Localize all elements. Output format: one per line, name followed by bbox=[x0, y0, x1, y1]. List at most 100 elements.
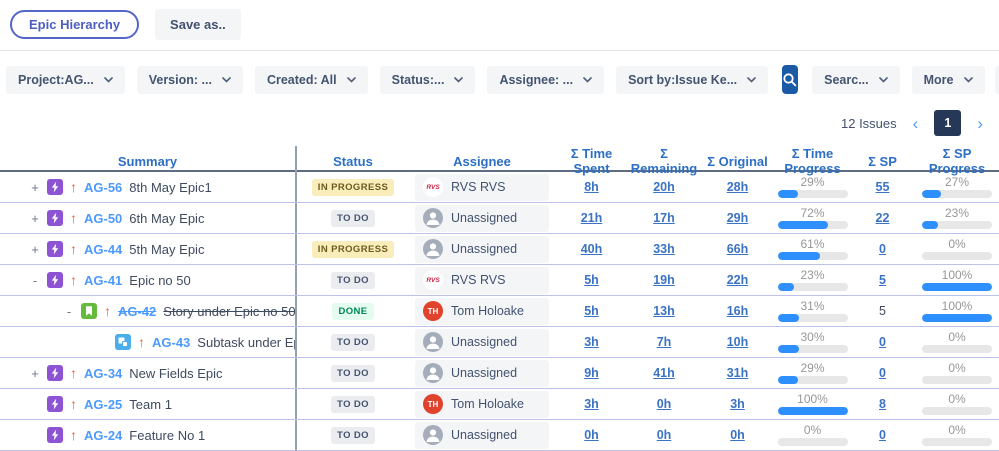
story-points-link[interactable]: 0 bbox=[879, 428, 886, 442]
original-link[interactable]: 16h bbox=[727, 304, 749, 318]
time-progress-percent: 30% bbox=[800, 331, 824, 343]
filter-chip-search-saved[interactable]: Searc... bbox=[812, 66, 899, 94]
remaining-link[interactable]: 0h bbox=[657, 428, 672, 442]
current-page-button[interactable]: 1 bbox=[934, 110, 961, 136]
story-points-value: 5 bbox=[879, 304, 886, 318]
assignee-picker[interactable]: RVSRVS RVS bbox=[415, 267, 549, 294]
issue-key-link[interactable]: AG-34 bbox=[84, 366, 122, 381]
time-spent-link[interactable]: 5h bbox=[584, 304, 599, 318]
epic-icon bbox=[47, 396, 63, 412]
remaining-cell: 0h bbox=[628, 420, 700, 450]
avatar-rvs-logo: RVS bbox=[423, 177, 443, 197]
time-spent-link[interactable]: 21h bbox=[581, 211, 603, 225]
filter-chip[interactable]: Project:AG... bbox=[6, 66, 125, 94]
time-progress-percent: 29% bbox=[800, 176, 824, 188]
assignee-picker[interactable]: Unassigned bbox=[415, 329, 549, 356]
priority-high-icon: ↑ bbox=[70, 180, 77, 194]
issue-key-link[interactable]: AG-41 bbox=[84, 273, 122, 288]
sp-cell: 55 bbox=[850, 172, 915, 202]
remaining-link[interactable]: 41h bbox=[653, 366, 675, 380]
story-points-link[interactable]: 8 bbox=[879, 397, 886, 411]
assignee-picker[interactable]: Unassigned bbox=[415, 422, 549, 449]
sp-progress-percent: 100% bbox=[942, 300, 973, 312]
search-button[interactable] bbox=[782, 65, 798, 94]
issue-key-link[interactable]: AG-44 bbox=[84, 242, 122, 257]
issue-key-link[interactable]: AG-25 bbox=[84, 397, 122, 412]
remaining-link[interactable]: 13h bbox=[653, 304, 675, 318]
row-expander[interactable]: + bbox=[30, 180, 40, 195]
filter-chip[interactable]: Assignee: ... bbox=[487, 66, 604, 94]
assignee-picker[interactable]: Unassigned bbox=[415, 205, 549, 232]
time-spent-link[interactable]: 3h bbox=[584, 335, 599, 349]
remaining-link[interactable]: 33h bbox=[653, 242, 675, 256]
priority-high-icon: ↑ bbox=[104, 304, 111, 318]
remaining-link[interactable]: 19h bbox=[653, 273, 675, 287]
assignee-picker[interactable]: Unassigned bbox=[415, 360, 549, 387]
save-as-button[interactable]: Save as.. bbox=[155, 9, 241, 40]
column-header-original[interactable]: Σ Original bbox=[700, 154, 775, 169]
assignee-cell: Unassigned bbox=[409, 420, 555, 450]
assignee-picker[interactable]: RVSRVS RVS bbox=[415, 174, 549, 201]
next-page-icon[interactable]: › bbox=[975, 115, 985, 132]
row-expander[interactable]: - bbox=[30, 273, 40, 288]
time-spent-link[interactable]: 40h bbox=[581, 242, 603, 256]
original-link[interactable]: 0h bbox=[730, 428, 745, 442]
time-spent-link[interactable]: 5h bbox=[584, 273, 599, 287]
sp-progress-cell: 100% bbox=[915, 265, 999, 295]
time-spent-link[interactable]: 0h bbox=[584, 428, 599, 442]
time-spent-cell: 21h bbox=[555, 203, 628, 233]
row-expander[interactable]: - bbox=[64, 304, 74, 319]
original-link[interactable]: 22h bbox=[727, 273, 749, 287]
assignee-picker[interactable]: Unassigned bbox=[415, 236, 549, 263]
time-spent-link[interactable]: 3h bbox=[584, 397, 599, 411]
row-expander[interactable]: + bbox=[30, 242, 40, 257]
sp-progress-bar bbox=[922, 314, 992, 322]
original-link[interactable]: 66h bbox=[727, 242, 749, 256]
time-spent-link[interactable]: 9h bbox=[584, 366, 599, 380]
filter-chip[interactable]: Version: ... bbox=[137, 66, 243, 94]
story-points-link[interactable]: 5 bbox=[879, 273, 886, 287]
story-points-link[interactable]: 0 bbox=[879, 366, 886, 380]
column-header-sp[interactable]: Σ SP bbox=[850, 154, 915, 169]
assignee-picker[interactable]: THTom Holoake bbox=[415, 391, 549, 418]
priority-high-icon: ↑ bbox=[70, 273, 77, 287]
original-link[interactable]: 10h bbox=[727, 335, 749, 349]
original-link[interactable]: 31h bbox=[727, 366, 749, 380]
issue-key-link[interactable]: AG-56 bbox=[84, 180, 122, 195]
original-link[interactable]: 28h bbox=[727, 180, 749, 194]
issue-summary: Team 1 bbox=[129, 397, 172, 412]
time-spent-link[interactable]: 8h bbox=[584, 180, 599, 194]
filter-chip[interactable]: Status:... bbox=[380, 66, 476, 94]
remaining-link[interactable]: 7h bbox=[657, 335, 672, 349]
original-link[interactable]: 3h bbox=[730, 397, 745, 411]
assignee-picker[interactable]: THTom Holoake bbox=[415, 298, 549, 325]
filter-chip[interactable]: Created: All bbox=[255, 66, 368, 94]
story-points-link[interactable]: 0 bbox=[879, 242, 886, 256]
issue-key-link[interactable]: AG-24 bbox=[84, 428, 122, 443]
filter-chip[interactable]: Sort by:Issue Ke... bbox=[616, 66, 768, 94]
issue-key-link[interactable]: AG-43 bbox=[152, 335, 190, 350]
story-points-link[interactable]: 22 bbox=[876, 211, 890, 225]
story-points-link[interactable]: 55 bbox=[876, 180, 890, 194]
epic-icon bbox=[47, 272, 63, 288]
issue-key-link[interactable]: AG-42 bbox=[118, 304, 156, 319]
prev-page-icon[interactable]: ‹ bbox=[911, 115, 921, 132]
column-header-assignee[interactable]: Assignee bbox=[409, 154, 555, 169]
issue-summary: New Fields Epic bbox=[129, 366, 222, 381]
remaining-link[interactable]: 17h bbox=[653, 211, 675, 225]
row-expander[interactable]: + bbox=[30, 211, 40, 226]
fields-dropdown[interactable]: Fields bbox=[995, 66, 999, 94]
more-dropdown[interactable]: More bbox=[912, 66, 985, 94]
row-expander[interactable]: + bbox=[30, 366, 40, 381]
original-link[interactable]: 29h bbox=[727, 211, 749, 225]
table-row: ↑AG-25Team 1TO DOTHTom Holoake3h0h3h100%… bbox=[0, 389, 999, 420]
epic-hierarchy-view-button[interactable]: Epic Hierarchy bbox=[10, 10, 139, 39]
column-header-status[interactable]: Status bbox=[297, 154, 409, 169]
story-points-link[interactable]: 0 bbox=[879, 335, 886, 349]
issue-key-link[interactable]: AG-50 bbox=[84, 211, 122, 226]
remaining-link[interactable]: 0h bbox=[657, 397, 672, 411]
status-badge: TO DO bbox=[331, 272, 375, 289]
status-badge: TO DO bbox=[331, 210, 375, 227]
remaining-link[interactable]: 20h bbox=[653, 180, 675, 194]
original-cell: 10h bbox=[700, 327, 775, 357]
